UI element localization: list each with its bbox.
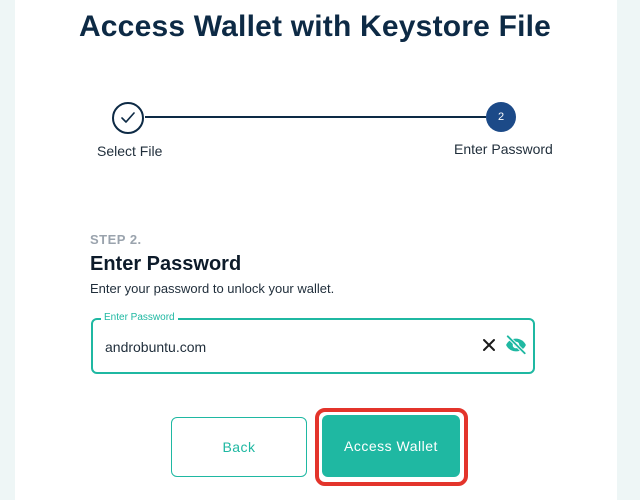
clear-password-button[interactable] [481,337,497,353]
step-heading: Enter Password [90,253,242,275]
stepper-connector-line [145,116,486,118]
check-icon [121,112,135,123]
password-field-label: Enter Password [101,311,178,325]
back-button[interactable]: Back [171,417,307,477]
close-icon [483,339,495,351]
password-input[interactable] [105,334,465,360]
step-2-indicator: 2 [486,102,516,132]
step-2-label: Enter Password [454,141,553,157]
step-description: Enter your password to unlock your walle… [90,281,335,296]
step-1-indicator [112,102,144,134]
password-field: Enter Password [91,311,535,374]
access-wallet-button[interactable]: Access Wallet [322,415,460,477]
step-kicker: STEP 2. [90,232,142,247]
eye-off-icon [505,334,527,356]
toggle-visibility-button[interactable] [505,334,527,356]
step-1-label: Select File [97,143,163,159]
page-title: Access Wallet with Keystore File [78,10,552,43]
